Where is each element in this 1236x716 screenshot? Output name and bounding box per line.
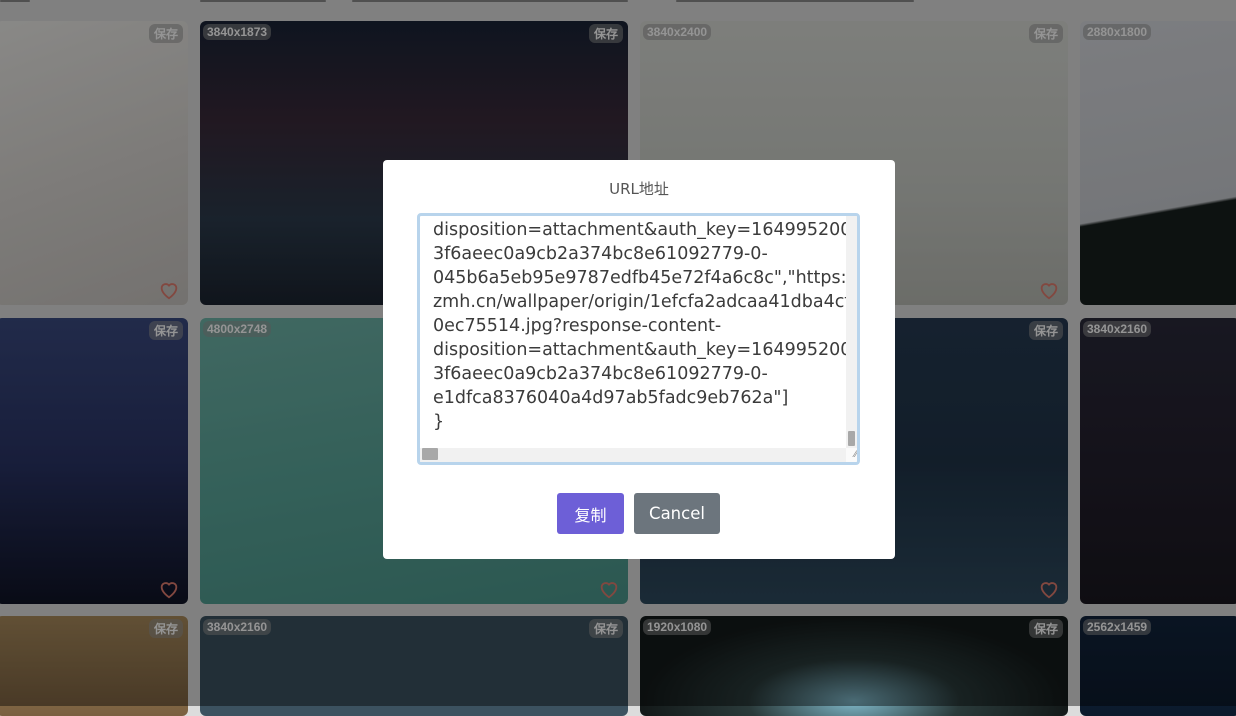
cancel-button[interactable]: Cancel	[634, 493, 720, 534]
url-textarea-content[interactable]: disposition=attachment&auth_key=16499520…	[433, 218, 857, 446]
scrollbar-thumb[interactable]	[422, 448, 438, 460]
resize-handle-icon[interactable]: ⁄⁄	[846, 448, 857, 462]
vertical-scrollbar[interactable]	[846, 216, 857, 448]
url-modal: URL地址 disposition=attachment&auth_key=16…	[383, 160, 895, 559]
modal-title: URL地址	[609, 180, 669, 198]
horizontal-scrollbar[interactable]	[420, 448, 850, 462]
url-textarea[interactable]: disposition=attachment&auth_key=16499520…	[417, 213, 860, 465]
copy-button[interactable]: 复制	[557, 493, 624, 534]
scrollbar-thumb[interactable]	[848, 431, 855, 446]
